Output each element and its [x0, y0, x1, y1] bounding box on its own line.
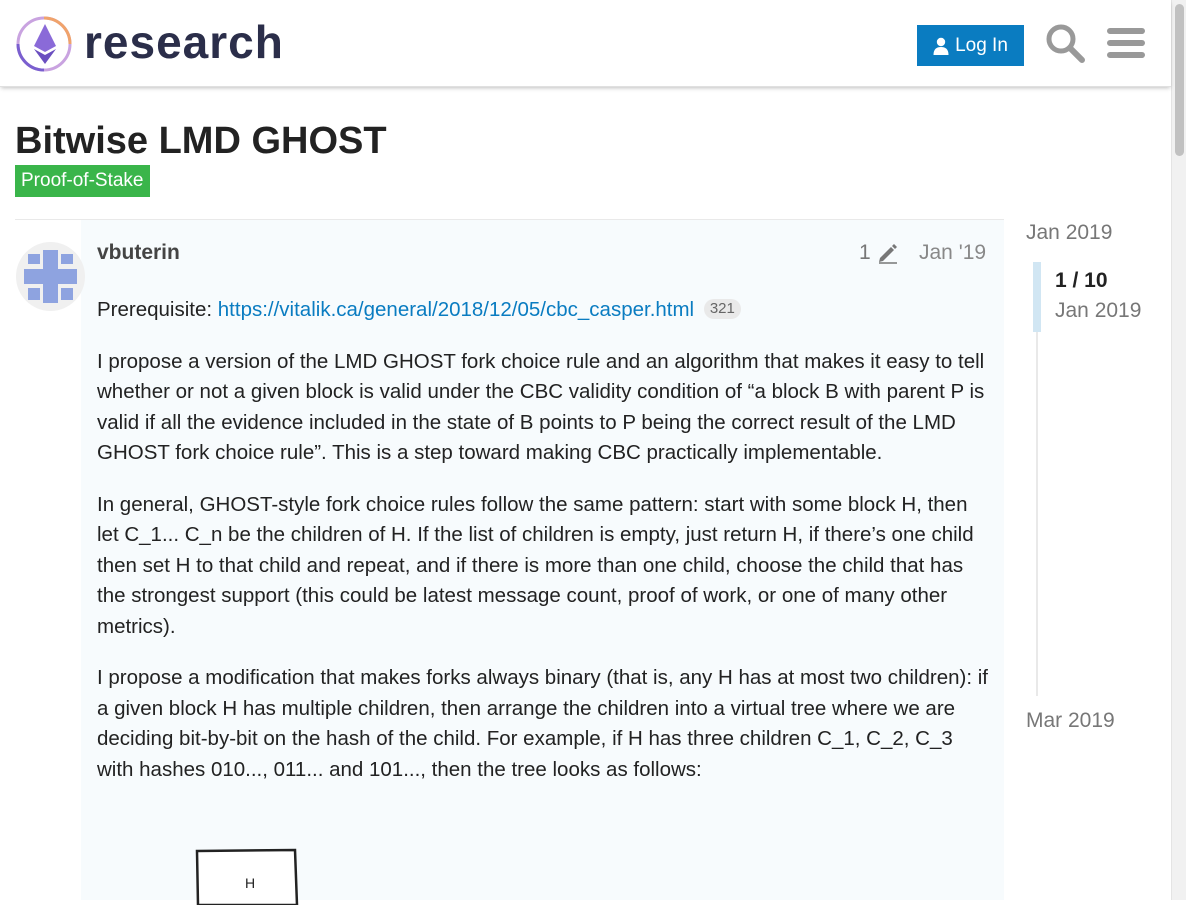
category-badge[interactable]: Proof-of-Stake [15, 165, 150, 197]
post-paragraph: I propose a modification that makes fork… [97, 666, 988, 781]
login-button[interactable]: Log In [917, 25, 1024, 66]
pencil-icon [878, 244, 897, 264]
block-tree-diagram[interactable]: H [190, 845, 310, 905]
post-paragraph: In general, GHOST-style fork choice rule… [97, 492, 974, 638]
diagram-node-label: H [245, 875, 255, 891]
site-header: research Log In [0, 0, 1171, 87]
timeline-end-date[interactable]: Mar 2019 [1026, 708, 1115, 734]
site-name[interactable]: research [84, 14, 284, 70]
scrollbar-thumb[interactable] [1175, 4, 1184, 156]
timeline-start-date[interactable]: Jan 2019 [1026, 220, 1112, 246]
post-content: Prerequisite: https://vitalik.ca/general… [97, 295, 992, 806]
identicon-image [16, 242, 85, 311]
avatar[interactable] [16, 242, 85, 311]
timeline-scroll-handle[interactable] [1033, 262, 1041, 332]
user-icon [933, 37, 949, 55]
prereq-paragraph: Prerequisite: https://vitalik.ca/general… [97, 295, 992, 326]
timeline-position-counter: 1 / 10 [1055, 269, 1108, 292]
edit-count: 1 [859, 241, 871, 264]
search-icon[interactable] [1044, 22, 1086, 64]
post-username[interactable]: vbuterin [97, 240, 180, 266]
post-date[interactable]: Jan '19 [919, 240, 986, 266]
login-label: Log In [955, 34, 1008, 56]
page-scrollbar[interactable] [1171, 0, 1186, 900]
post-paragraph: I propose a version of the LMD GHOST for… [97, 349, 985, 465]
logo-icon[interactable] [16, 14, 76, 74]
link-click-count-badge: 321 [703, 299, 741, 319]
prereq-label: Prerequisite: [97, 298, 218, 321]
topic-title[interactable]: Bitwise LMD GHOST [15, 117, 387, 165]
timeline-current-date: Jan 2019 [1055, 299, 1142, 322]
hamburger-menu-icon[interactable] [1107, 25, 1145, 61]
post-edit-history[interactable]: 1 [859, 240, 899, 266]
prereq-link[interactable]: https://vitalik.ca/general/2018/12/05/cb… [218, 298, 694, 321]
